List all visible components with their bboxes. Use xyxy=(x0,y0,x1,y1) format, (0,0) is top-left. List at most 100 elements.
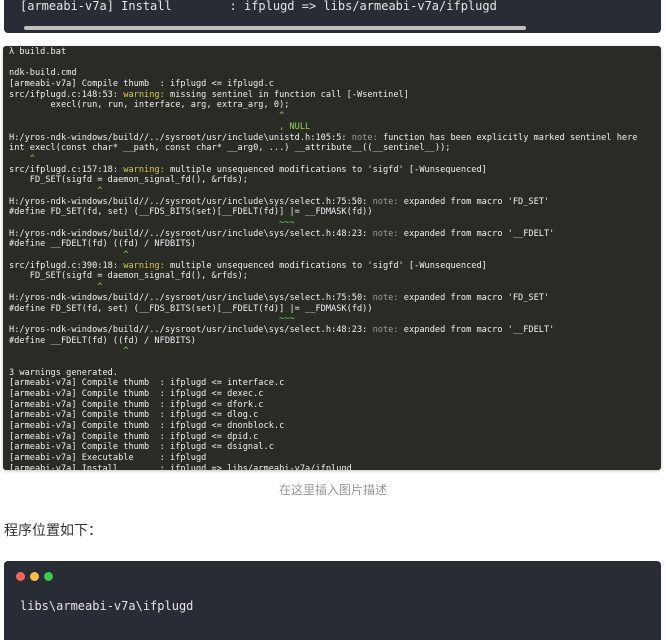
terminal-line: [armeabi-v7a] Compile thumb : ifplugd <=… xyxy=(9,378,659,389)
terminal-text-segment: ^ xyxy=(9,346,129,357)
terminal-line: #define FD_SET(fd, set) (__FDS_BITS(set)… xyxy=(9,207,659,218)
terminal-text-segment: FD_SET(sigfd = daemon_signal_fd(), &rfds… xyxy=(9,271,248,282)
terminal-line: [armeabi-v7a] Compile thumb : ifplugd <=… xyxy=(9,410,659,421)
terminal-text-segment: [armeabi-v7a] Install : ifplugd => libs/… xyxy=(9,463,352,470)
terminal-text-segment: #define FD_SET(fd, set) (__FDS_BITS(set)… xyxy=(9,207,373,218)
terminal-line: H:/yros-ndk-windows/build//../sysroot/us… xyxy=(9,325,659,336)
terminal-text-segment: [armeabi-v7a] Compile thumb : ifplugd <=… xyxy=(9,431,259,442)
terminal-text-segment: [armeabi-v7a] Compile thumb : ifplugd <=… xyxy=(9,389,264,399)
terminal-text-segment: warning: xyxy=(123,89,171,100)
terminal-line: src/ifplugd.c:390:18: warning: multiple … xyxy=(9,261,659,272)
terminal-line: src/ifplugd.c:157:18: warning: multiple … xyxy=(9,165,659,176)
terminal-line: #define __FDELT(fd) ((fd) / NFDBITS) xyxy=(9,336,659,347)
terminal-text-segment: execl(run, run, interface, arg, extra_ar… xyxy=(9,100,290,111)
terminal-text-segment: ~~~ xyxy=(9,314,295,325)
terminal-line: int execl(const char* __path, const char… xyxy=(9,143,659,154)
window-dots xyxy=(16,572,53,581)
code-line: libs\armeabi-v7a\ifplugd xyxy=(20,599,194,613)
terminal-line: [armeabi-v7a] Compile thumb : ifplugd <=… xyxy=(9,442,659,453)
terminal-text-segment: ndk-build.cmd xyxy=(9,68,77,79)
terminal-line: #define FD_SET(fd, set) (__FDS_BITS(set)… xyxy=(9,304,659,315)
terminal-line: H:/yros-ndk-windows/build//../sysroot/us… xyxy=(9,197,659,208)
terminal-line: H:/yros-ndk-windows/build//../sysroot/us… xyxy=(9,229,659,240)
terminal-text-segment: multiple unsequenced modifications to 's… xyxy=(170,164,487,175)
terminal-text-segment: 3 warnings generated. xyxy=(9,367,119,378)
terminal-line: H:/yros-ndk-windows/build//../sysroot/us… xyxy=(9,133,659,144)
terminal-text-segment: [armeabi-v7a] Compile thumb : ifplugd <=… xyxy=(9,378,285,389)
terminal-text-segment: H:/yros-ndk-windows/build//../sysroot/us… xyxy=(9,196,373,207)
terminal-output: λ build.bat ndk-build.cmd [armeabi-v7a] Co… xyxy=(9,47,659,470)
maximize-dot-icon xyxy=(44,572,53,581)
top-code-line: [armeabi-v7a] Install : ifplugd => libs/… xyxy=(20,0,497,13)
paragraph-text: 程序位置如下： xyxy=(4,523,102,539)
terminal-text-segment: ^ xyxy=(9,111,285,122)
terminal-text-segment: #define FD_SET(fd, set) (__FDS_BITS(set)… xyxy=(9,303,373,314)
terminal-text-segment: ~~~ xyxy=(9,218,295,228)
terminal-line: 3 warnings generated. xyxy=(9,368,659,379)
terminal-text-segment: note: xyxy=(351,132,383,143)
terminal-text-segment: H:/yros-ndk-windows/build//../sysroot/us… xyxy=(9,132,352,143)
terminal-text-segment: #define __FDELT(fd) ((fd) / NFDBITS) xyxy=(9,239,196,250)
terminal-text-segment: , NULL xyxy=(9,121,311,132)
terminal-text-segment: #define __FDELT(fd) ((fd) / NFDBITS) xyxy=(9,335,196,346)
terminal-line: ^ xyxy=(9,111,659,122)
terminal-line: [armeabi-v7a] Compile thumb : ifplugd <=… xyxy=(9,79,659,90)
terminal-line: [armeabi-v7a] Install : ifplugd => libs/… xyxy=(9,464,659,470)
terminal-text-segment: [armeabi-v7a] Compile thumb : ifplugd <=… xyxy=(9,79,274,90)
terminal-text-segment: function has been explicitly marked sent… xyxy=(382,132,638,143)
terminal-line: H:/yros-ndk-windows/build//../sysroot/us… xyxy=(9,293,659,304)
terminal-line: ~~~ xyxy=(9,218,659,229)
close-dot-icon xyxy=(16,572,25,581)
terminal-text-segment: warning: xyxy=(123,260,171,271)
terminal-line: FD_SET(sigfd = daemon_signal_fd(), &rfds… xyxy=(9,271,659,282)
terminal-text-segment: ^ xyxy=(9,185,103,196)
code-block: libs\armeabi-v7a\ifplugd xyxy=(4,561,661,640)
minimize-dot-icon xyxy=(30,572,39,581)
terminal-text-segment: [armeabi-v7a] Compile thumb : ifplugd <=… xyxy=(9,410,259,421)
terminal-text-segment: note: xyxy=(372,196,404,207)
terminal-line: [armeabi-v7a] Compile thumb : ifplugd <=… xyxy=(9,400,659,411)
terminal-text-segment: [armeabi-v7a] Compile thumb : ifplugd <=… xyxy=(9,421,285,432)
terminal-text-segment: ^ xyxy=(9,250,129,261)
terminal-line: [armeabi-v7a] Compile thumb : ifplugd <=… xyxy=(9,389,659,400)
top-code-block: [armeabi-v7a] Install : ifplugd => libs/… xyxy=(4,0,661,33)
terminal-line: ^ xyxy=(9,282,659,293)
terminal-line: ndk-build.cmd xyxy=(9,68,659,79)
terminal-line: , NULL xyxy=(9,122,659,133)
terminal-text-segment: ^ xyxy=(9,282,103,293)
terminal-text-segment: expanded from macro 'FD_SET' xyxy=(403,292,550,303)
terminal-text-segment: [armeabi-v7a] Executable : ifplugd xyxy=(9,453,207,464)
terminal-text-segment: expanded from macro 'FD_SET' xyxy=(403,196,550,207)
terminal-text-segment: H:/yros-ndk-windows/build//../sysroot/us… xyxy=(9,292,373,303)
terminal-text-segment: expanded from macro '__FDELT' xyxy=(403,228,555,239)
terminal-line: execl(run, run, interface, arg, extra_ar… xyxy=(9,100,659,111)
terminal-line: src/ifplugd.c:148:53: warning: missing s… xyxy=(9,90,659,101)
terminal-text-segment: FD_SET(sigfd = daemon_signal_fd(), &rfds… xyxy=(9,175,248,186)
terminal-text-segment: src/ifplugd.c:390:18: xyxy=(9,260,124,271)
terminal-text-segment: src/ifplugd.c:148:53: xyxy=(9,89,124,100)
terminal-text-segment: expanded from macro '__FDELT' xyxy=(403,324,555,335)
terminal-text-segment: [armeabi-v7a] Compile thumb : ifplugd <=… xyxy=(9,442,274,453)
terminal-line: ^ xyxy=(9,250,659,261)
terminal-line: λ build.bat xyxy=(9,47,659,58)
terminal-text-segment: multiple unsequenced modifications to 's… xyxy=(170,260,487,271)
terminal-text-segment: warning: xyxy=(123,164,171,175)
terminal-line: ~~~ xyxy=(9,314,659,325)
terminal-line: #define __FDELT(fd) ((fd) / NFDBITS) xyxy=(9,239,659,250)
terminal-line: [armeabi-v7a] Compile thumb : ifplugd <=… xyxy=(9,421,659,432)
terminal-text-segment: note: xyxy=(372,324,404,335)
terminal-screenshot: λ build.bat ndk-build.cmd [armeabi-v7a] Co… xyxy=(3,46,661,470)
terminal-text-segment: [armeabi-v7a] Compile thumb : ifplugd <=… xyxy=(9,399,264,410)
terminal-line: ^ xyxy=(9,154,659,165)
terminal-text-segment: src/ifplugd.c:157:18: xyxy=(9,164,124,175)
horizontal-scrollbar[interactable] xyxy=(24,26,526,30)
terminal-text-segment: H:/yros-ndk-windows/build//../sysroot/us… xyxy=(9,324,373,335)
terminal-text-segment: λ build.bat xyxy=(9,47,67,57)
terminal-text-segment: note: xyxy=(372,292,404,303)
terminal-text-segment: missing sentinel in function call [-Wsen… xyxy=(170,89,409,100)
terminal-line: ^ xyxy=(9,186,659,197)
image-caption: 在这里插入图片描述 xyxy=(278,483,387,497)
terminal-text-segment: int execl(const char* __path, const char… xyxy=(9,143,451,154)
